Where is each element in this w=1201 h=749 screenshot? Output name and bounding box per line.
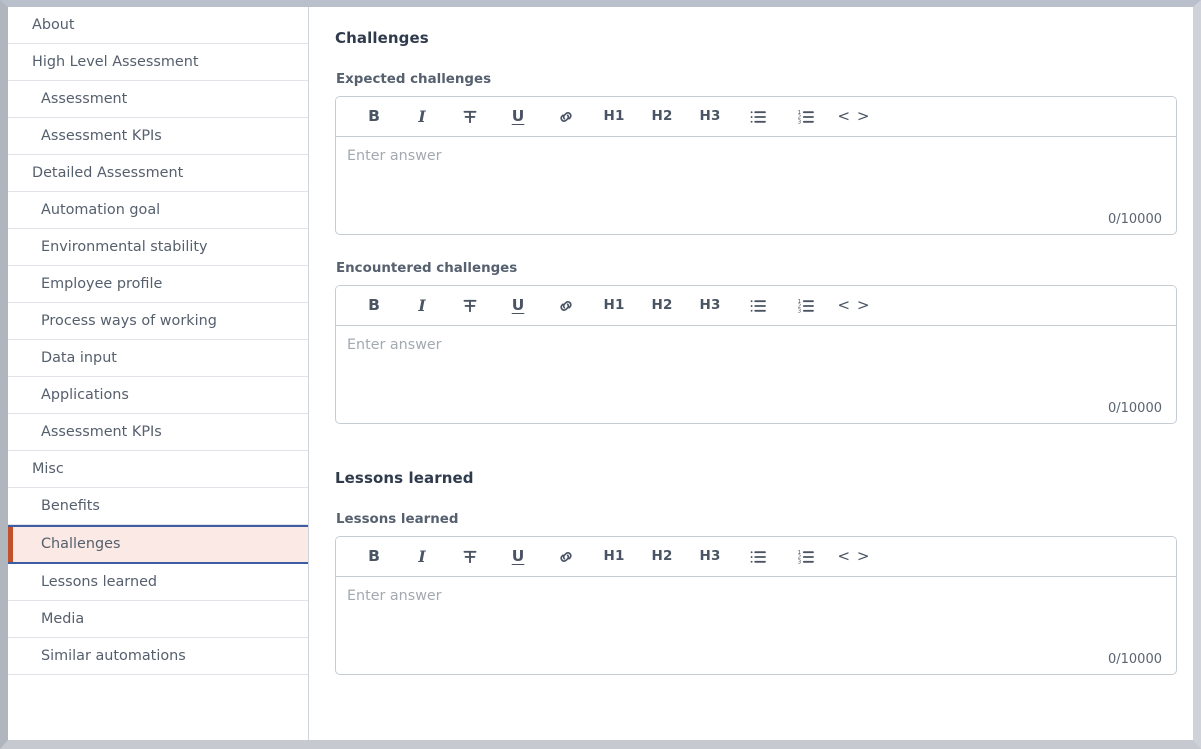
character-counter: 0/10000: [1107, 652, 1162, 667]
sidebar-item-label: Misc: [32, 461, 64, 477]
underline-icon[interactable]: U: [494, 540, 542, 574]
sidebar-item-list: About High Level Assessment Assessment Asse…: [8, 7, 308, 675]
bold-icon[interactable]: B: [350, 540, 398, 574]
sidebar-item-high-level-assessment[interactable]: High Level Assessment: [8, 44, 308, 81]
sidebar-item-label: Challenges: [41, 536, 121, 552]
rich-text-editor: B I U H1 H2 H3 1 2 3 < > Enter answer 0/10000: [335, 285, 1177, 424]
heading-1-icon[interactable]: H1: [590, 540, 638, 574]
strikethrough-icon[interactable]: [446, 100, 494, 134]
sidebar-item-label: Automation goal: [41, 202, 161, 218]
editor-text-area[interactable]: Enter answer 0/10000: [336, 577, 1176, 674]
numbered-list-icon[interactable]: 123: [782, 100, 830, 134]
sidebar-item-label: Environmental stability: [41, 239, 208, 255]
sidebar-item-label: Assessment: [41, 91, 128, 107]
main-content: Challenges Expected challenges B I U H1 H2 H3 1 2…: [309, 7, 1193, 740]
sidebar-item-assessment-kpis[interactable]: Assessment KPIs: [8, 118, 308, 155]
heading-2-icon[interactable]: H2: [638, 540, 686, 574]
field-label: Encountered challenges: [336, 261, 518, 276]
bullet-list-icon[interactable]: [734, 540, 782, 574]
sidebar-item-label: Media: [41, 611, 85, 627]
link-icon[interactable]: [542, 100, 590, 134]
sidebar-item-challenges[interactable]: Challenges: [8, 525, 308, 564]
editor-placeholder: Enter answer: [347, 337, 442, 353]
italic-icon[interactable]: I: [398, 100, 446, 134]
editor-placeholder: Enter answer: [347, 588, 442, 604]
sidebar-item-label: Assessment KPIs: [41, 128, 162, 144]
svg-text:3: 3: [798, 308, 802, 314]
code-icon[interactable]: < >: [830, 540, 878, 574]
window-body: About High Level Assessment Assessment Asse…: [8, 7, 1193, 740]
sidebar-navigation: About High Level Assessment Assessment Asse…: [8, 7, 309, 740]
underline-icon[interactable]: U: [494, 100, 542, 134]
bold-icon[interactable]: B: [350, 289, 398, 323]
sidebar-item-employee-profile[interactable]: Employee profile: [8, 266, 308, 303]
sidebar-item-label: Similar automations: [41, 648, 186, 664]
sidebar-item-label: Assessment KPIs: [41, 424, 162, 440]
heading-1-icon[interactable]: H1: [590, 100, 638, 134]
heading-2-icon[interactable]: H2: [638, 100, 686, 134]
link-icon[interactable]: [542, 289, 590, 323]
sidebar-item-label: Detailed Assessment: [32, 165, 184, 181]
italic-icon[interactable]: I: [398, 540, 446, 574]
svg-text:3: 3: [798, 559, 802, 565]
sidebar-item-similar-automations[interactable]: Similar automations: [8, 638, 308, 675]
sidebar-item-assessment-kpis[interactable]: Assessment KPIs: [8, 414, 308, 451]
section-title: Challenges: [335, 29, 429, 47]
sidebar-item-data-input[interactable]: Data input: [8, 340, 308, 377]
heading-3-icon[interactable]: H3: [686, 540, 734, 574]
bullet-list-icon[interactable]: [734, 289, 782, 323]
editor-text-area[interactable]: Enter answer 0/10000: [336, 137, 1176, 234]
editor-text-area[interactable]: Enter answer 0/10000: [336, 326, 1176, 423]
code-icon[interactable]: < >: [830, 289, 878, 323]
editor-toolbar: B I U H1 H2 H3 1 2 3 < >: [336, 286, 1176, 326]
rich-text-editor: B I U H1 H2 H3 1 2 3 < > Enter answer 0/10000: [335, 96, 1177, 235]
editor-toolbar: B I U H1 H2 H3 1 2 3 < >: [336, 537, 1176, 577]
character-counter: 0/10000: [1107, 212, 1162, 227]
heading-2-icon[interactable]: H2: [638, 289, 686, 323]
strikethrough-icon[interactable]: [446, 540, 494, 574]
italic-icon[interactable]: I: [398, 289, 446, 323]
sidebar-item-assessment[interactable]: Assessment: [8, 81, 308, 118]
underline-icon[interactable]: U: [494, 289, 542, 323]
app-window: About High Level Assessment Assessment Asse…: [0, 0, 1201, 749]
editor-toolbar: B I U H1 H2 H3 1 2 3 < >: [336, 97, 1176, 137]
sidebar-item-label: Lessons learned: [41, 574, 158, 590]
field-label: Expected challenges: [336, 72, 492, 87]
sidebar-item-label: Data input: [41, 350, 117, 366]
heading-3-icon[interactable]: H3: [686, 100, 734, 134]
sidebar-item-misc[interactable]: Misc: [8, 451, 308, 488]
bold-icon[interactable]: B: [350, 100, 398, 134]
sidebar-item-automation-goal[interactable]: Automation goal: [8, 192, 308, 229]
sidebar-item-label: Applications: [41, 387, 129, 403]
field-label: Lessons learned: [336, 512, 459, 527]
heading-3-icon[interactable]: H3: [686, 289, 734, 323]
heading-1-icon[interactable]: H1: [590, 289, 638, 323]
sidebar-item-label: Benefits: [41, 498, 100, 514]
code-icon[interactable]: < >: [830, 100, 878, 134]
sidebar-item-media[interactable]: Media: [8, 601, 308, 638]
svg-text:3: 3: [798, 119, 802, 125]
section-title: Lessons learned: [335, 469, 474, 487]
sidebar-item-benefits[interactable]: Benefits: [8, 488, 308, 525]
link-icon[interactable]: [542, 540, 590, 574]
sidebar-item-lessons-learned[interactable]: Lessons learned: [8, 564, 308, 601]
sidebar-item-label: High Level Assessment: [32, 54, 199, 70]
sidebar-item-label: About: [32, 17, 75, 33]
sidebar-item-label: Employee profile: [41, 276, 163, 292]
rich-text-editor: B I U H1 H2 H3 1 2 3 < > Enter answer 0/10000: [335, 536, 1177, 675]
sidebar-item-process-ways-of-working[interactable]: Process ways of working: [8, 303, 308, 340]
sidebar-item-applications[interactable]: Applications: [8, 377, 308, 414]
character-counter: 0/10000: [1107, 401, 1162, 416]
numbered-list-icon[interactable]: 123: [782, 540, 830, 574]
numbered-list-icon[interactable]: 123: [782, 289, 830, 323]
sidebar-item-environmental-stability[interactable]: Environmental stability: [8, 229, 308, 266]
editor-placeholder: Enter answer: [347, 148, 442, 164]
sidebar-item-about[interactable]: About: [8, 7, 308, 44]
strikethrough-icon[interactable]: [446, 289, 494, 323]
sidebar-item-label: Process ways of working: [41, 313, 217, 329]
sidebar-item-detailed-assessment[interactable]: Detailed Assessment: [8, 155, 308, 192]
bullet-list-icon[interactable]: [734, 100, 782, 134]
